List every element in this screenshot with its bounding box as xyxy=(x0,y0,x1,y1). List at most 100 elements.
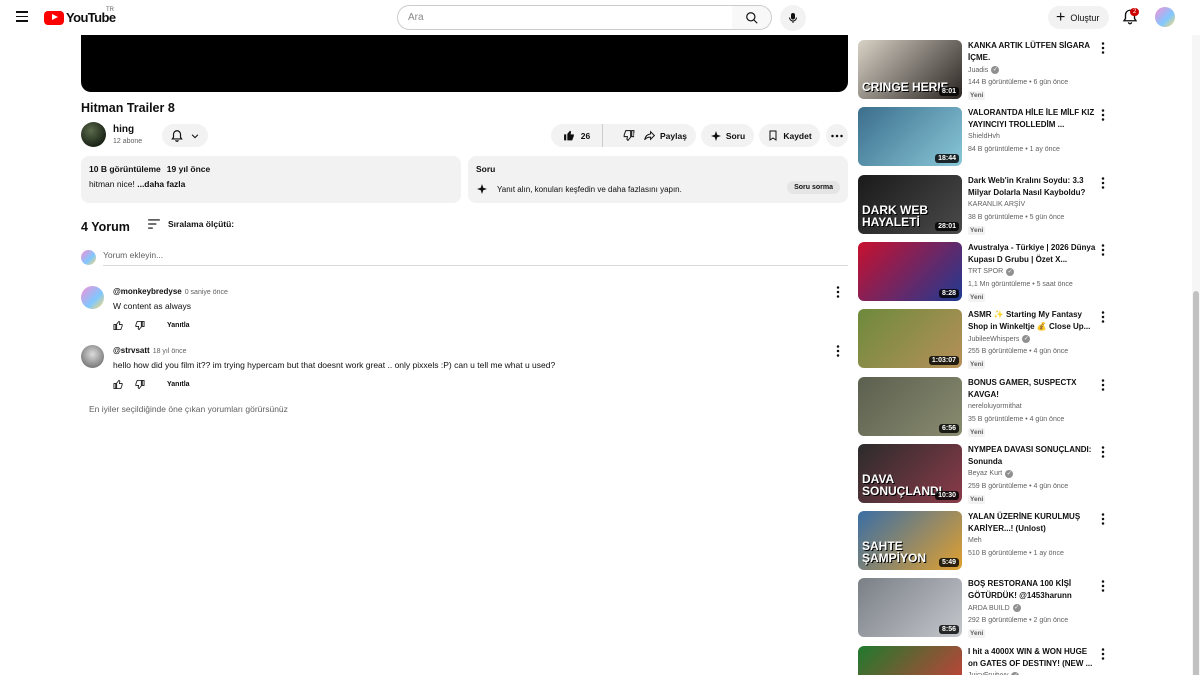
more-vert-icon[interactable] xyxy=(1101,446,1105,458)
comment-time[interactable]: 0 saniye önce xyxy=(185,289,228,296)
thumbs-up-icon[interactable] xyxy=(113,379,124,390)
video-thumbnail[interactable]: SAHTE ŞAMPİYON 5:49 xyxy=(858,511,962,571)
search-input[interactable]: Ara xyxy=(397,5,733,30)
more-vert-icon[interactable] xyxy=(1101,647,1105,660)
recommendation-item[interactable]: CRINGE HERIF 8:01 KANKA ARTIK LÜTFEN SİGAR… xyxy=(858,40,1110,100)
comment-avatar[interactable] xyxy=(81,286,104,309)
add-comment-input[interactable]: Yorum ekleyin... xyxy=(103,250,848,266)
recommendation-item[interactable]: 8:56 BOŞ RESTORANA 100 KİŞİ GÖTÜRDÜK! @14… xyxy=(858,578,1110,639)
comment-author-row: @strvsatt 18 yıl önce xyxy=(113,346,187,355)
recommendation-channel[interactable]: Juadis xyxy=(968,67,988,74)
video-thumbnail[interactable]: 18:44 xyxy=(858,107,962,167)
show-more-link[interactable]: ...daha fazla xyxy=(137,179,185,189)
comment-time[interactable]: 18 yıl önce xyxy=(153,348,187,355)
video-duration: 1:03:07 xyxy=(928,356,959,366)
video-thumbnail[interactable]: DARK WEB HAYALETİ 28:01 xyxy=(858,174,962,234)
search-button[interactable] xyxy=(732,5,772,30)
scrollbar-thumb[interactable] xyxy=(1193,291,1199,675)
verified-icon: ✓ xyxy=(1022,335,1031,344)
recommendation-title[interactable]: I hit a 4000X WIN & WON HUGE on GATES OF… xyxy=(968,646,1096,670)
more-vert-icon[interactable] xyxy=(1101,513,1105,525)
ask-question-button[interactable]: Soru sorma xyxy=(787,181,840,194)
more-vert-icon[interactable] xyxy=(1101,109,1105,122)
recommendation-title[interactable]: VALORANTDA HİLE İLE MİLF KIZ YAYINCIYI T… xyxy=(968,107,1096,131)
comment-author[interactable]: @strvsatt xyxy=(113,346,150,355)
comment-avatar[interactable] xyxy=(81,345,104,368)
recommendation-item[interactable]: SAHTE ŞAMPİYON 5:49 YALAN ÜZERİNE KURULMUŞ… xyxy=(858,511,1110,571)
ask-button[interactable]: Soru xyxy=(701,124,754,147)
more-vert-icon[interactable] xyxy=(834,286,842,298)
recommendation-title[interactable]: Avustralya - Türkiye | 2026 Dünya Kupası… xyxy=(968,242,1096,266)
more-vert-icon[interactable] xyxy=(1101,244,1105,256)
more-vert-icon[interactable] xyxy=(834,345,842,357)
video-duration: 8:56 xyxy=(938,625,959,635)
recommendation-channel[interactable]: Meh xyxy=(968,537,982,544)
ask-label: Soru xyxy=(725,130,746,141)
recommendation-channel-row: ShieldHvh xyxy=(968,133,1000,140)
my-avatar xyxy=(81,250,96,265)
recommendation-title[interactable]: Dark Web'in Kralını Soydu: 3.3 Milyar Do… xyxy=(968,175,1096,199)
ask-panel-prompt: Yanıt alın, konuları keşfedin ve daha fa… xyxy=(497,184,682,194)
recommendation-channel-row: JubileeWhispers ✓ xyxy=(968,335,1031,344)
voice-search-button[interactable] xyxy=(780,5,806,31)
save-button[interactable]: Kaydet xyxy=(759,124,820,147)
masthead: YouTube TR Ara + Oluştur 2 xyxy=(0,0,1200,35)
account-avatar[interactable] xyxy=(1155,7,1175,27)
thumbs-up-icon[interactable] xyxy=(113,320,124,331)
video-thumbnail[interactable]: 6:56 xyxy=(858,376,962,436)
video-thumbnail[interactable]: 8:28 xyxy=(858,241,962,301)
recommendation-channel[interactable]: TRT SPOR xyxy=(968,268,1003,275)
more-vert-icon[interactable] xyxy=(1101,176,1105,189)
recommendation-meta: 35 B görüntüleme • 4 gün önce xyxy=(968,415,1065,423)
more-vert-icon[interactable] xyxy=(1101,580,1105,593)
recommendation-channel[interactable]: KARANLIK ARŞİV xyxy=(968,201,1025,208)
recommendation-title[interactable]: ASMR ✨ Starting My Fantasy Shop in Winke… xyxy=(968,309,1096,333)
comment-author[interactable]: @monkeybredyse xyxy=(113,287,182,296)
recommendation-channel[interactable]: nereloluyormithat xyxy=(968,403,1022,410)
video-thumbnail[interactable]: CRINGE HERIF 8:01 xyxy=(858,40,962,99)
thumbs-down-icon[interactable] xyxy=(134,379,145,390)
comment-text: hello how did you film it?? im trying hy… xyxy=(113,360,556,370)
hamburger-icon[interactable] xyxy=(12,8,32,28)
recommendation-channel[interactable]: ARDA BUILD xyxy=(968,605,1010,612)
description-box[interactable]: 10 B görüntüleme 19 yıl önce hitman nice!… xyxy=(81,156,461,203)
recommendation-item[interactable]: I hit a 4000X WIN & WON HUGE on GATES OF… xyxy=(858,645,1110,675)
recommendation-channel[interactable]: JubileeWhispers xyxy=(968,336,1019,343)
subscription-notification-button[interactable] xyxy=(162,124,208,147)
share-button[interactable]: Paylaş xyxy=(634,124,696,147)
thumbs-down-icon[interactable] xyxy=(134,320,145,331)
recommendation-title[interactable]: BOŞ RESTORANA 100 KİŞİ GÖTÜRDÜK! @1453ha… xyxy=(968,578,1096,602)
reply-button[interactable]: Yanıtla xyxy=(167,381,190,388)
comment-actions: Yanıtla xyxy=(113,379,190,390)
more-vert-icon[interactable] xyxy=(1101,42,1105,54)
video-thumbnail[interactable]: 1:03:07 xyxy=(858,309,962,369)
sort-comments-button[interactable]: Sıralama ölçütü: xyxy=(147,218,234,230)
like-button[interactable]: 26 xyxy=(551,124,603,147)
recommendation-item[interactable]: 8:28 Avustralya - Türkiye | 2026 Dünya Ku… xyxy=(858,241,1110,302)
video-thumbnail[interactable]: DAVA SONUÇLANDI 10:30 xyxy=(858,443,962,503)
recommendation-item[interactable]: DAVA SONUÇLANDI 10:30 NYMPEA DAVASI SONUÇL… xyxy=(858,443,1110,504)
recommendation-item[interactable]: DARK WEB HAYALETİ 28:01 Dark Web'in Kralın… xyxy=(858,174,1110,235)
video-player[interactable] xyxy=(81,35,848,92)
scrollbar[interactable] xyxy=(1192,35,1200,675)
video-thumbnail[interactable] xyxy=(858,645,962,675)
recommendation-item[interactable]: 6:56 BONUS GAMER, SUSPECTX KAVGA! nerelolu… xyxy=(858,376,1110,437)
recommendation-meta: 1,1 Mn görüntüleme • 5 saat önce xyxy=(968,280,1073,288)
recommendation-channel[interactable]: Beyaz Kurt xyxy=(968,470,1002,477)
more-vert-icon[interactable] xyxy=(1101,311,1105,323)
recommendation-item[interactable]: 1:03:07 ASMR ✨ Starting My Fantasy Shop i… xyxy=(858,309,1110,370)
video-thumbnail[interactable]: 8:56 xyxy=(858,578,962,638)
reply-button[interactable]: Yanıtla xyxy=(167,322,190,329)
recommendation-title[interactable]: YALAN ÜZERİNE KURULMUŞ KARİYER...! (Unlo… xyxy=(968,511,1096,535)
channel-name[interactable]: hing xyxy=(113,124,134,135)
recommendation-title[interactable]: BONUS GAMER, SUSPECTX KAVGA! xyxy=(968,377,1096,401)
youtube-logo[interactable]: YouTube TR xyxy=(44,7,116,25)
create-button[interactable]: + Oluştur xyxy=(1048,6,1110,29)
recommendation-title[interactable]: KANKA ARTIK LÜTFEN SİGARA İÇME. xyxy=(968,40,1096,64)
recommendation-channel[interactable]: ShieldHvh xyxy=(968,133,1000,140)
more-actions-button[interactable] xyxy=(826,124,848,147)
more-vert-icon[interactable] xyxy=(1101,378,1105,391)
recommendation-title[interactable]: NYMPEA DAVASI SONUÇLANDI: Sonunda xyxy=(968,444,1096,468)
recommendation-item[interactable]: 18:44 VALORANTDA HİLE İLE MİLF KIZ YAYINC… xyxy=(858,107,1110,167)
channel-avatar[interactable] xyxy=(81,122,106,147)
